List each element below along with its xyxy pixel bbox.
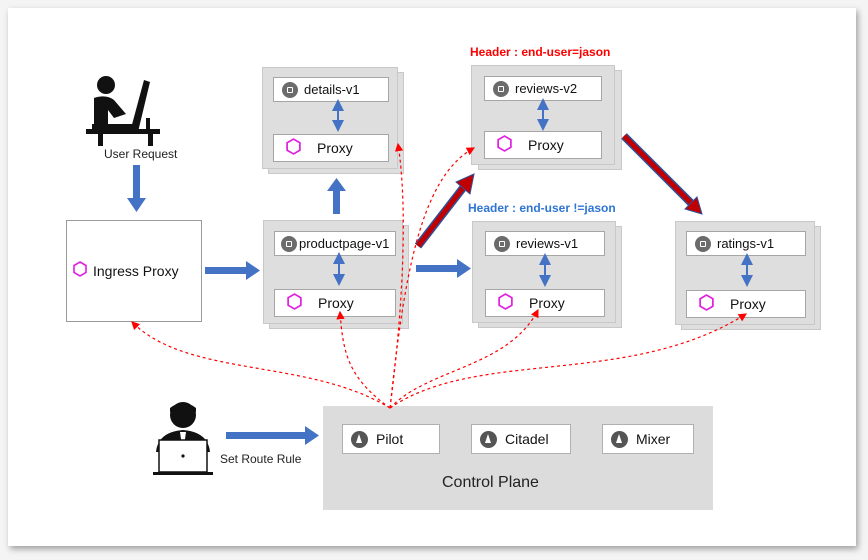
connector-overlay	[127, 98, 753, 445]
flow-arrow-productpage-to-reviews-v1	[416, 259, 471, 278]
flow-arrow-ingress-to-productpage	[205, 261, 260, 280]
pilot-to-details-line	[389, 142, 404, 409]
pilot-to-reviews-v1-line	[389, 308, 539, 409]
pilot-to-ingress-line	[131, 321, 391, 409]
flow-arrow-productpage-to-details	[327, 178, 346, 214]
flow-arrow-admin-to-control-plane	[226, 426, 319, 445]
pilot-config-lines	[131, 142, 748, 409]
route-arrow-productpage-to-reviews-v2	[414, 173, 475, 249]
pilot-to-ratings-line	[389, 313, 748, 409]
flow-arrow-user-to-ingress	[127, 165, 146, 212]
diagram-frame: User Request Ingress Proxy details-v1 Pr…	[8, 8, 856, 546]
pilot-to-productpage-line	[336, 310, 391, 409]
route-arrow-reviews-v2-to-ratings	[621, 133, 703, 215]
